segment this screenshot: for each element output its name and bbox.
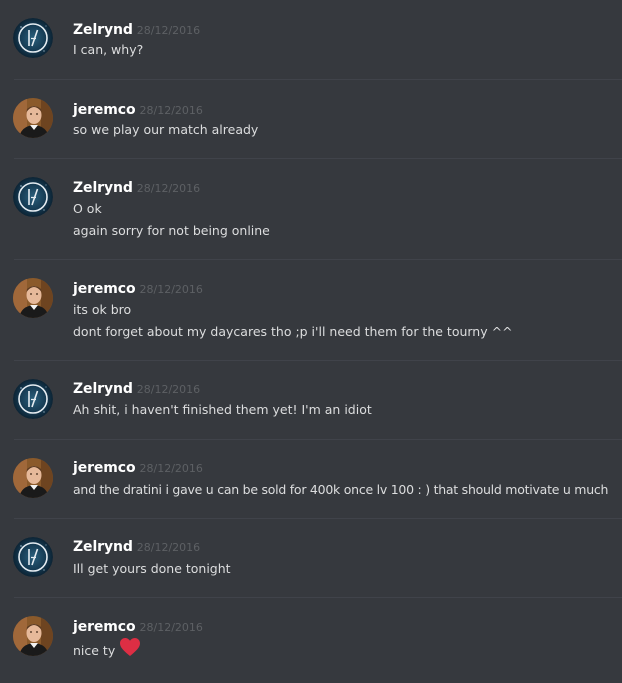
avatar[interactable] (13, 458, 53, 498)
zelrynd-avatar-icon (13, 18, 53, 58)
message-group: Zelrynd 28/12/2016 Ill get yours done ton… (0, 519, 622, 598)
username[interactable]: jeremco (73, 281, 136, 297)
jeremco-avatar-icon (13, 458, 53, 498)
message-header: Zelrynd 28/12/2016 (73, 378, 200, 398)
username[interactable]: Zelrynd (73, 180, 133, 196)
message-group: jeremco 28/12/2016 nice ty (0, 598, 622, 683)
timestamp: 28/12/2016 (139, 104, 203, 117)
avatar[interactable] (13, 278, 53, 318)
username[interactable]: jeremco (73, 102, 136, 118)
message-group: Zelrynd 28/12/2016 O ok again sorry for n… (0, 159, 622, 260)
message-header: jeremco 28/12/2016 (73, 457, 203, 477)
zelrynd-avatar-icon (13, 379, 53, 419)
message-group: Zelrynd 28/12/2016 Ah shit, i haven't fin… (0, 361, 622, 440)
message-header: jeremco 28/12/2016 (73, 99, 203, 119)
timestamp: 28/12/2016 (136, 24, 201, 37)
timestamp: 28/12/2016 (139, 462, 203, 475)
message-text: nice ty (73, 643, 116, 658)
avatar[interactable] (13, 177, 53, 217)
timestamp: 28/12/2016 (136, 541, 201, 554)
avatar[interactable] (13, 616, 53, 656)
message-header: Zelrynd 28/12/2016 (73, 177, 200, 197)
timestamp: 28/12/2016 (136, 182, 201, 195)
message-group: jeremco 28/12/2016 its ok bro dont forget… (0, 260, 622, 361)
avatar[interactable] (13, 18, 53, 58)
username[interactable]: Zelrynd (73, 381, 133, 397)
timestamp: 28/12/2016 (139, 621, 203, 634)
username[interactable]: Zelrynd (73, 22, 133, 38)
message-group: jeremco 28/12/2016 so we play our match a… (0, 80, 622, 159)
jeremco-avatar-icon (13, 278, 53, 318)
zelrynd-avatar-icon (13, 537, 53, 577)
avatar[interactable] (13, 537, 53, 577)
message-text: O ok (73, 201, 102, 216)
message-header: jeremco 28/12/2016 (73, 616, 203, 636)
timestamp: 28/12/2016 (136, 383, 201, 396)
username[interactable]: Zelrynd (73, 539, 133, 555)
message-text: Ah shit, i haven't finished them yet! I'… (73, 402, 372, 417)
jeremco-avatar-icon (13, 616, 53, 656)
username[interactable]: jeremco (73, 619, 136, 635)
message-text: dont forget about my daycares tho ;p i'l… (73, 324, 513, 339)
jeremco-avatar-icon (13, 98, 53, 138)
chat-messages: Zelrynd 28/12/2016 I can, why? jeremco 28/… (0, 0, 622, 683)
message-group: jeremco 28/12/2016 and the dratini i gave… (0, 440, 622, 519)
message-text: and the dratini i gave u can be sold for… (73, 482, 609, 497)
message-text: its ok bro (73, 302, 132, 317)
message-header: Zelrynd 28/12/2016 (73, 536, 200, 556)
message-text: Ill get yours done tonight (73, 561, 231, 576)
avatar[interactable] (13, 379, 53, 419)
message-line: nice ty (73, 637, 141, 663)
zelrynd-avatar-icon (13, 177, 53, 217)
message-group: Zelrynd 28/12/2016 I can, why? (0, 0, 622, 80)
username[interactable]: jeremco (73, 460, 136, 476)
message-text: so we play our match already (73, 122, 259, 137)
message-header: jeremco 28/12/2016 (73, 278, 203, 298)
heart-icon (119, 637, 141, 663)
message-text: again sorry for not being online (73, 223, 270, 238)
message-text: I can, why? (73, 42, 144, 57)
avatar[interactable] (13, 98, 53, 138)
timestamp: 28/12/2016 (139, 283, 203, 296)
message-header: Zelrynd 28/12/2016 (73, 19, 200, 39)
